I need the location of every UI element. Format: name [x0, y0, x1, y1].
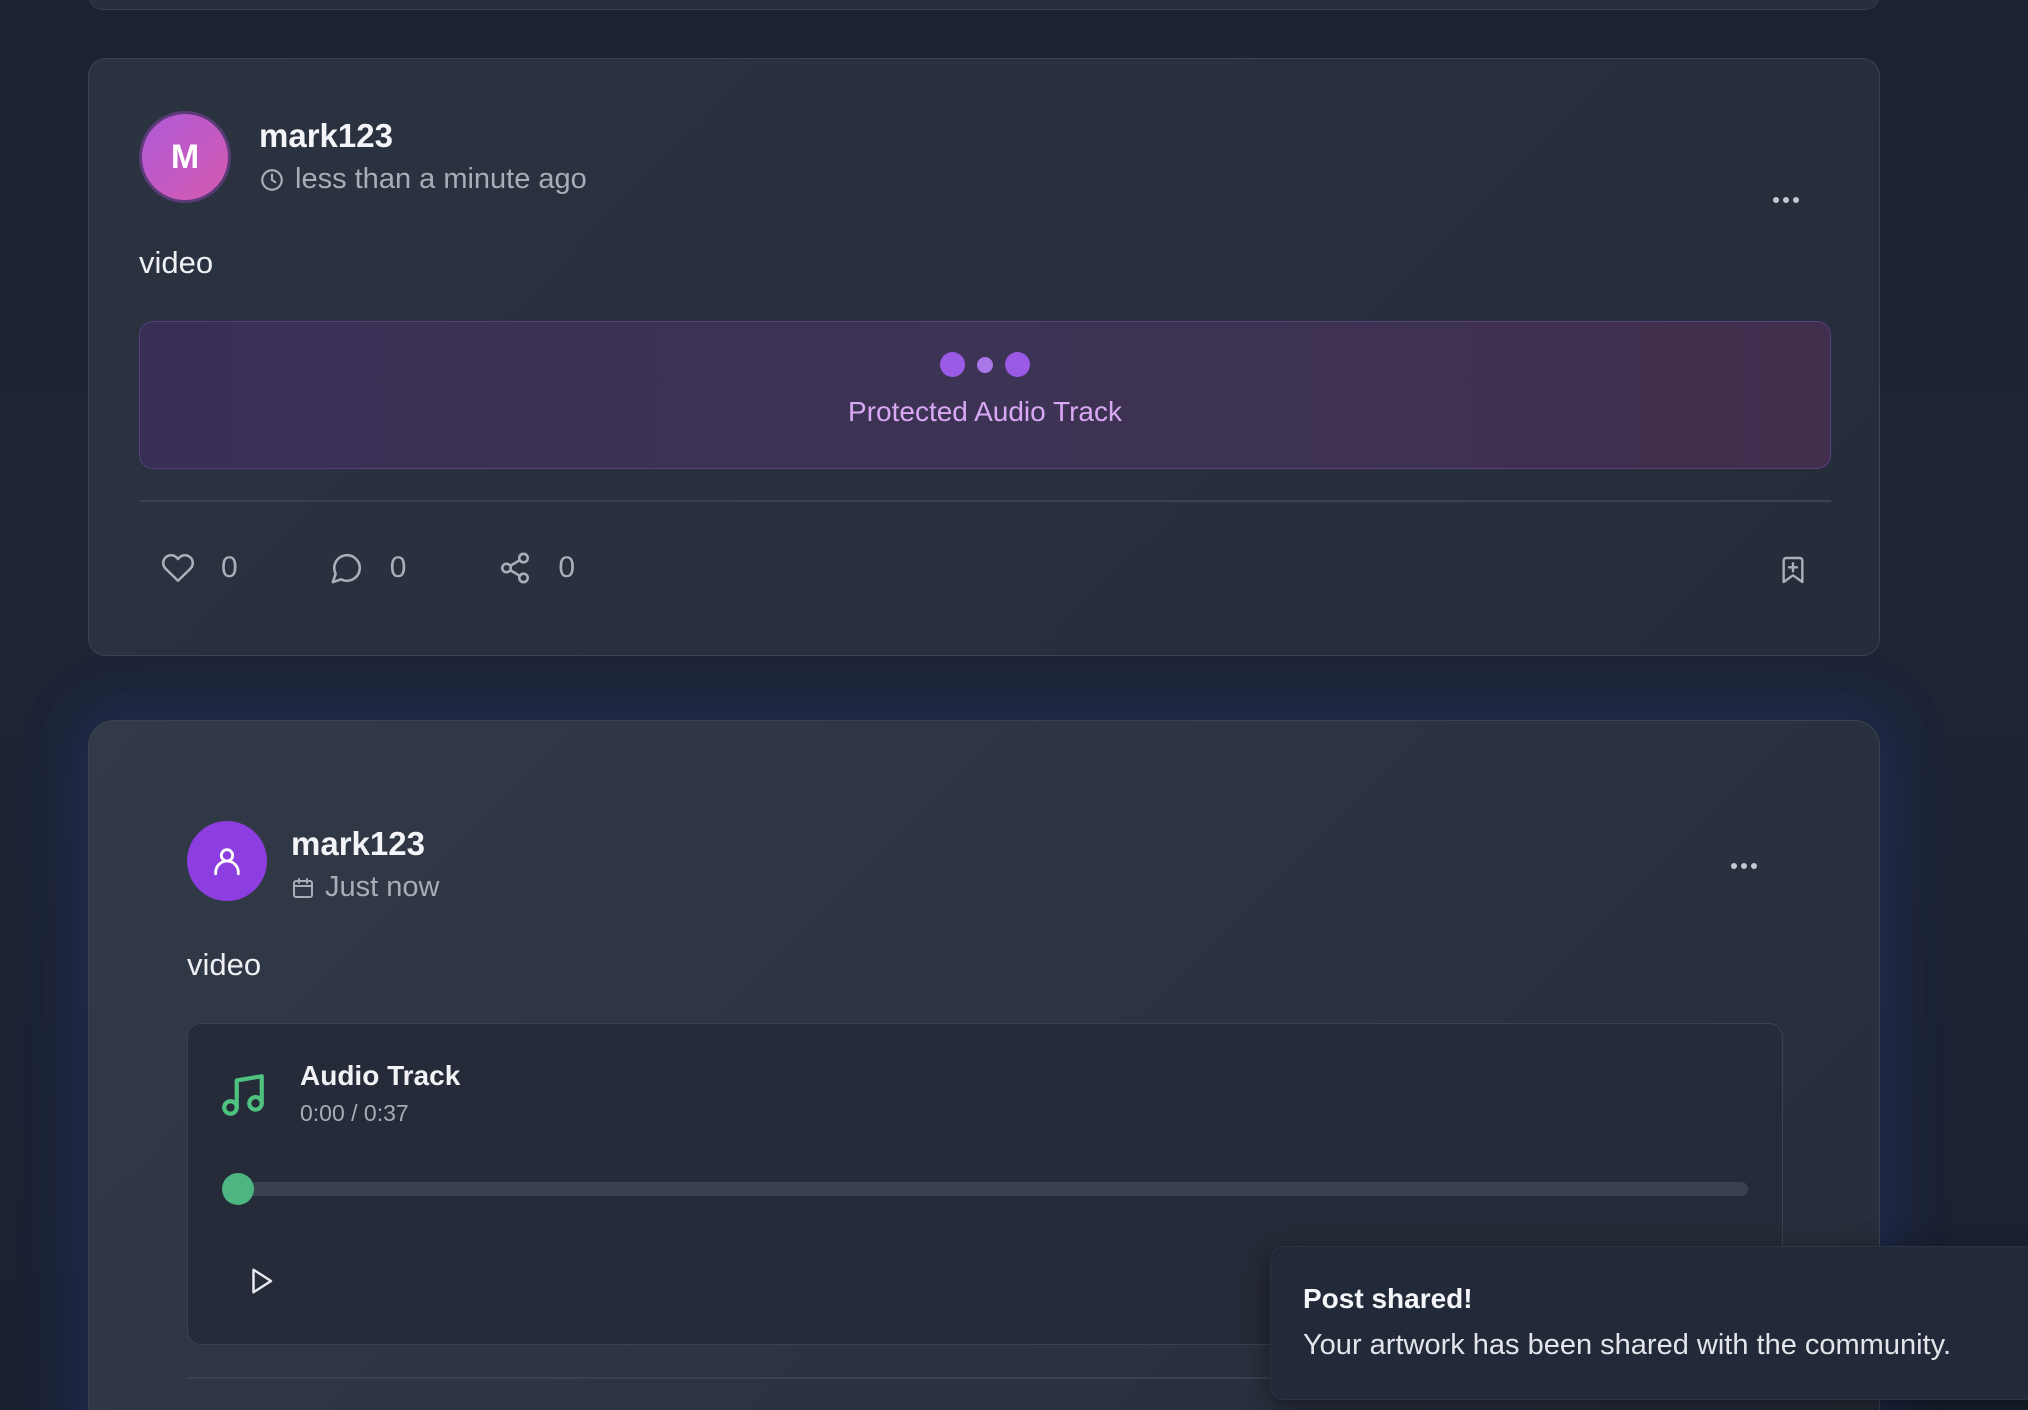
share-count: 0: [558, 551, 576, 584]
audio-track-time: 0:00 / 0:37: [300, 1100, 409, 1126]
comment-count: 0: [389, 551, 407, 584]
user-icon: [214, 848, 240, 876]
like-count: 0: [221, 551, 238, 584]
avatar[interactable]: [187, 821, 267, 901]
avatar-initial: M: [170, 137, 200, 176]
loading-dot: [1005, 352, 1030, 377]
loading-dot: [977, 356, 993, 373]
audio-track-title: Audio Track: [300, 1060, 461, 1091]
post-text: video: [139, 245, 214, 280]
post-timestamp-row: less than a minute ago: [259, 163, 587, 196]
music-note-icon: [222, 1074, 264, 1116]
heart-icon: [161, 553, 195, 583]
post-timestamp: Just now: [325, 871, 440, 903]
audio-progress-knob[interactable]: [222, 1173, 254, 1205]
divider: [139, 500, 1831, 502]
previous-post-card: [88, 0, 1880, 10]
more-options-icon[interactable]: [1729, 861, 1759, 871]
share-icon: [501, 552, 530, 584]
more-options-icon[interactable]: [1771, 195, 1801, 205]
bookmark-icon[interactable]: [1777, 553, 1809, 587]
play-icon[interactable]: [246, 1264, 276, 1298]
like-button[interactable]: 0: [161, 551, 238, 585]
post-actions: 0 0 0: [161, 551, 667, 585]
toast-description: Your artwork has been shared with the co…: [1303, 1329, 1951, 1361]
post-username[interactable]: mark123: [291, 825, 425, 863]
post-card: M mark123 less than a minute ago video P…: [88, 58, 1880, 656]
share-button[interactable]: 0: [498, 551, 575, 585]
toast-notification[interactable]: Post shared! Your artwork has been share…: [1270, 1246, 2028, 1400]
protected-audio-track[interactable]: Protected Audio Track: [139, 321, 1831, 469]
loading-dot: [940, 352, 965, 377]
avatar[interactable]: M: [139, 111, 231, 203]
post-timestamp-row: Just now: [291, 871, 439, 904]
post-text: video: [187, 947, 262, 982]
calendar-icon: [293, 877, 313, 898]
comment-button[interactable]: 0: [330, 551, 407, 585]
loading-dots: [140, 352, 1830, 377]
post-username[interactable]: mark123: [259, 117, 393, 155]
comment-icon: [331, 553, 361, 584]
protected-audio-label: Protected Audio Track: [848, 396, 1122, 427]
post-timestamp: less than a minute ago: [295, 163, 587, 195]
clock-icon: [261, 168, 283, 191]
feed-page: M mark123 less than a minute ago video P…: [0, 0, 2028, 1410]
toast-title: Post shared!: [1303, 1283, 1473, 1314]
audio-progress-slider[interactable]: [222, 1173, 1748, 1205]
